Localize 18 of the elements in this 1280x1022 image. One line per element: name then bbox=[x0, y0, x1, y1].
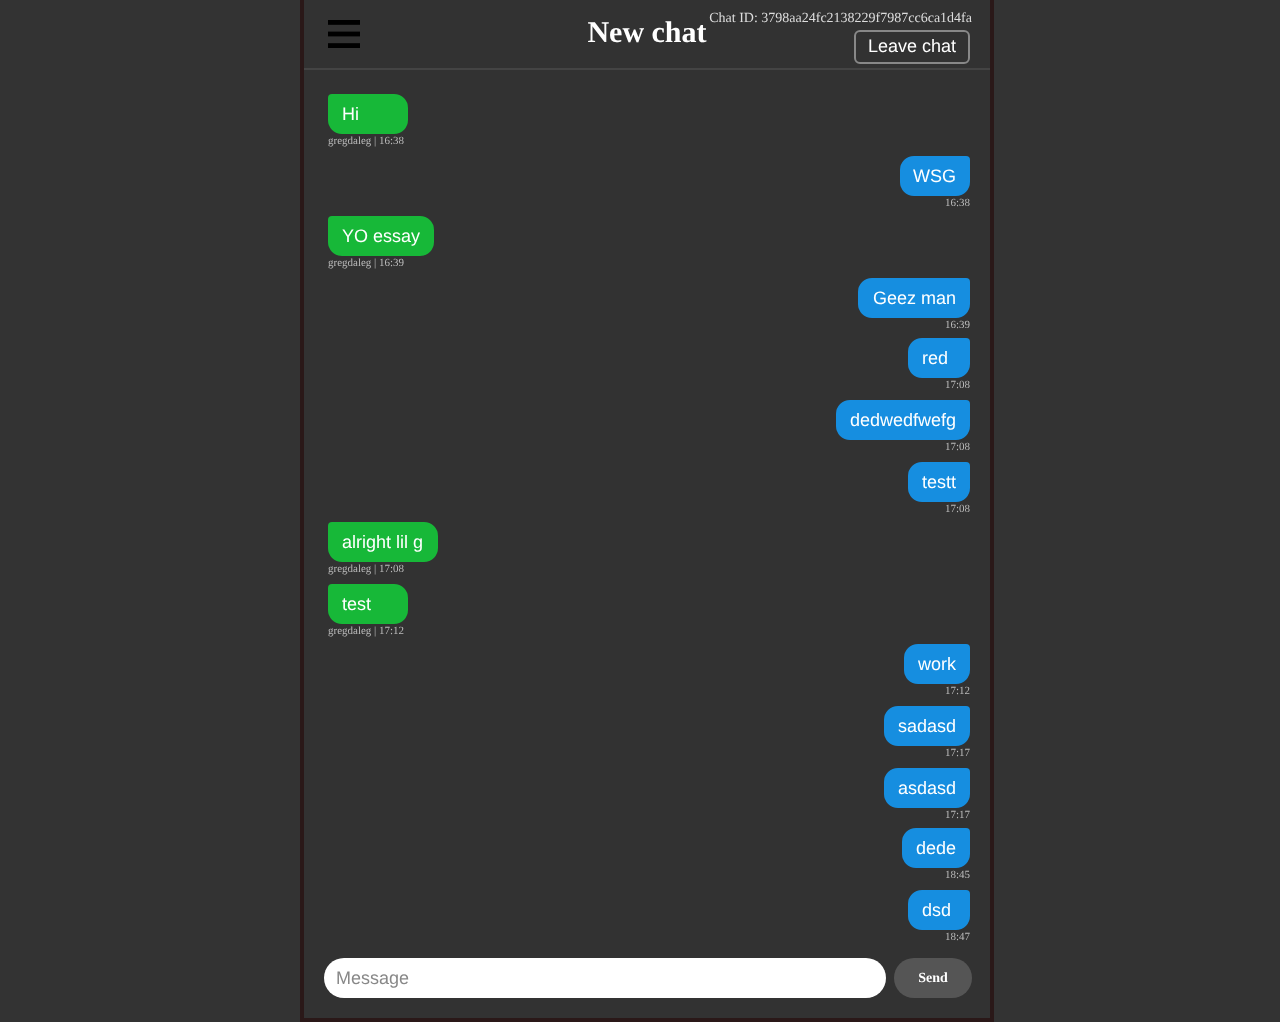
chat-title: New chat bbox=[587, 15, 707, 54]
message-input-field[interactable]: Message bbox=[324, 958, 886, 998]
leave-chat-button[interactable]: Leave chat bbox=[853, 30, 970, 64]
sent-message-bubble: WSG bbox=[899, 155, 970, 196]
received-message-bubble: YO essay bbox=[328, 216, 435, 257]
sent-message-bubble: dede bbox=[901, 828, 970, 869]
sent-message-bubble: dsd bbox=[908, 889, 970, 930]
sent-message-bubble: work bbox=[903, 644, 970, 685]
received-message-bubble: Hi bbox=[328, 94, 408, 134]
received-message-bubble: alright lil g bbox=[328, 522, 438, 563]
sent-message-bubble: Geez man bbox=[858, 277, 970, 318]
sent-message-bubble: testt bbox=[907, 461, 970, 502]
sent-message-bubble: sadasd bbox=[883, 705, 970, 746]
menu-icon[interactable] bbox=[328, 20, 360, 48]
sent-message-bubble: red bbox=[908, 338, 970, 379]
sent-message-bubble: dedwedfwefg bbox=[835, 399, 970, 440]
sent-message-bubble: asdasd bbox=[883, 767, 970, 808]
received-message-bubble: test bbox=[328, 583, 408, 624]
